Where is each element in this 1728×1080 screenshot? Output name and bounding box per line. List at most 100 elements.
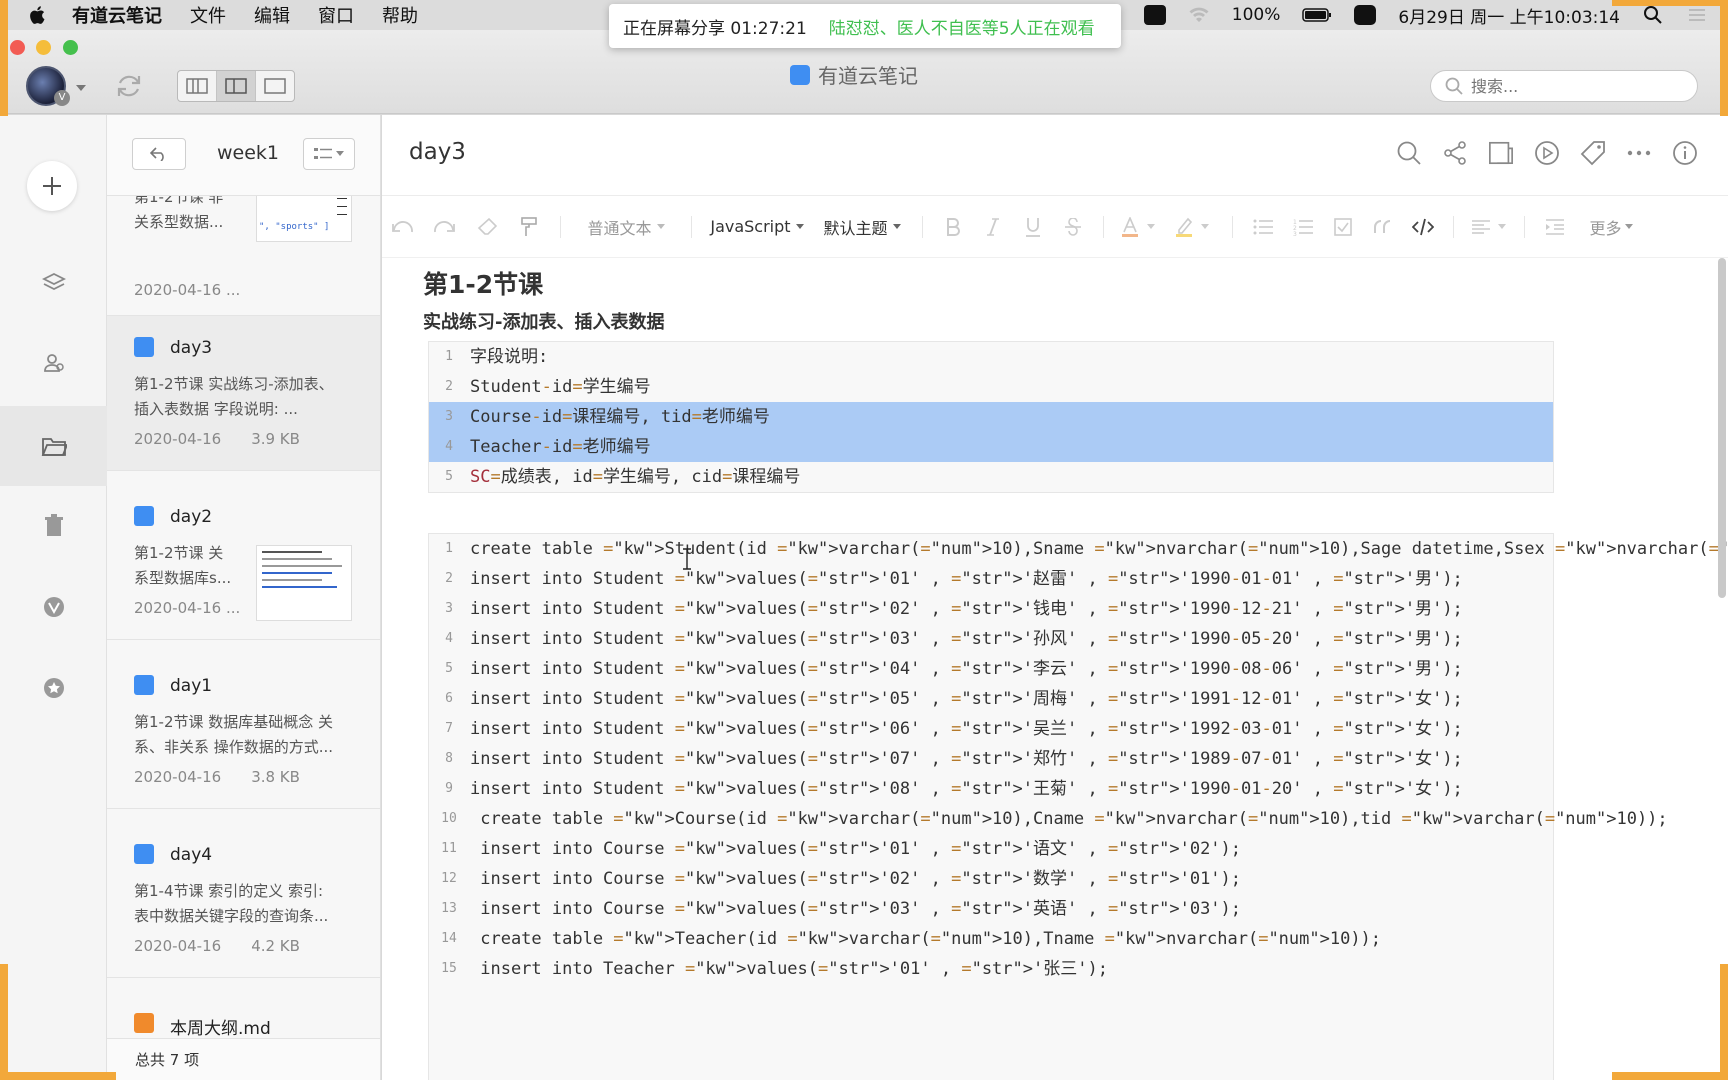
code-line[interactable]: 11 insert into Course ="kw">values(="str… [429, 834, 1553, 864]
code-line[interactable]: 10 create table ="kw">Course(id ="kw">va… [429, 804, 1667, 834]
code-line[interactable]: 5 SC=成绩表, id=学生编号, cid=课程编号 [429, 462, 1553, 492]
indent-button[interactable] [1535, 207, 1575, 247]
quote-button[interactable] [1363, 207, 1403, 247]
window-minimize-button[interactable] [36, 40, 51, 55]
code-text: insert into Student ="kw">values(="str">… [470, 659, 1463, 679]
code-line[interactable]: 3 Course-id=课程编号, tid=老师编号 [429, 402, 1553, 432]
new-note-button[interactable] [27, 161, 77, 211]
checklist-button[interactable] [1323, 207, 1363, 247]
list-item[interactable]: day3 第1-2节课 实战练习-添加表、 插入表数据 字段说明: ... 20… [107, 316, 380, 471]
menu-window[interactable]: 窗口 [318, 2, 354, 28]
status-app-icon[interactable] [1143, 5, 1166, 25]
find-in-note-button[interactable] [1396, 140, 1422, 166]
share-button[interactable] [1442, 140, 1468, 166]
view-mode-toggle [177, 70, 295, 102]
underline-button[interactable] [1013, 207, 1053, 247]
line-number: 1 [445, 349, 453, 364]
code-block-sql[interactable]: 1 create table ="kw">Student(id ="kw">var… [428, 533, 1728, 1080]
presentation-button[interactable] [1534, 140, 1560, 166]
code-line[interactable]: 15 insert into Teacher ="kw">values(="st… [429, 954, 1553, 984]
highlight-color-button[interactable] [1162, 207, 1222, 247]
viewer-list[interactable]: 陆怼怼、医人不自医等5人正在观看 [829, 14, 1095, 39]
account-chevron-down-icon[interactable] [76, 84, 86, 92]
code-line[interactable]: 1 字段说明: [429, 342, 1553, 372]
paragraph-style-dropdown[interactable]: 普通文本 [571, 207, 681, 247]
window-close-button[interactable] [10, 40, 25, 55]
code-line[interactable]: 9 insert into Student ="kw">values(="str"… [429, 774, 1553, 804]
nav-latest-button[interactable] [0, 253, 107, 313]
strikethrough-button[interactable] [1053, 207, 1093, 247]
line-number: 13 [441, 901, 457, 916]
code-block-fields[interactable]: 1 字段说明: 2 Student-id=学生编号 3 Course-id=课程编号, t… [428, 341, 1554, 493]
spotlight-search-icon[interactable] [1642, 5, 1664, 25]
list-item[interactable]: day2 第1-2节课 关 系型数据库s... 2020-04-16 ... [107, 471, 380, 640]
note-meta: 2020-04-16 4.2 KB [134, 937, 330, 955]
bulleted-list-button[interactable] [1243, 207, 1283, 247]
view-two-pane-button[interactable] [217, 71, 256, 101]
editor-content[interactable]: 第1-2节课 实战练习-添加表、插入表数据 1 字段说明: 2 Student-id=… [382, 258, 1728, 1080]
editor-scrollbar[interactable] [1718, 258, 1726, 598]
nav-vip-button[interactable] [0, 577, 107, 637]
align-dropdown[interactable] [1464, 207, 1514, 247]
menu-app-name[interactable]: 有道云笔记 [72, 2, 162, 28]
undo-button[interactable] [384, 207, 422, 247]
nav-trash-button[interactable] [0, 496, 107, 556]
battery-icon[interactable] [1302, 5, 1332, 25]
code-line[interactable]: 6 insert into Student ="kw">values(="str"… [429, 684, 1553, 714]
format-painter-button[interactable] [508, 207, 550, 247]
list-item[interactable]: day1 第1-2节课 数据库基础概念 关 系、非关系 操作数据的方式... 2… [107, 640, 380, 809]
wifi-icon[interactable] [1188, 5, 1210, 25]
code-line[interactable]: 13 insert into Course ="kw">values(="str… [429, 894, 1553, 924]
search-input[interactable] [1471, 76, 1671, 96]
code-line[interactable]: 7 insert into Student ="kw">values(="str"… [429, 714, 1553, 744]
window-zoom-button[interactable] [63, 40, 78, 55]
back-button[interactable] [132, 138, 186, 170]
font-color-button[interactable] [1114, 207, 1162, 247]
code-line[interactable]: 4 insert into Student ="kw">values(="str"… [429, 624, 1553, 654]
view-single-pane-button[interactable] [256, 71, 294, 101]
note-heading: 第1-2节课 [423, 270, 544, 299]
code-theme-dropdown[interactable]: 默认主题 [812, 207, 912, 247]
note-editor: day3 普通文本 JavaScript 默认主题 123 更多 第1-2节课 … [382, 115, 1728, 1080]
code-text: insert into Student ="kw">values(="str">… [470, 689, 1463, 709]
code-line[interactable]: 12 insert into Course ="kw">values(="str… [429, 864, 1553, 894]
italic-button[interactable] [973, 207, 1013, 247]
redo-button[interactable] [422, 207, 466, 247]
nav-shared-button[interactable] [0, 333, 107, 393]
control-center-icon[interactable] [1686, 5, 1708, 25]
apple-icon[interactable] [26, 4, 50, 26]
code-line[interactable]: 4 Teacher-id=老师编号 [429, 432, 1553, 462]
view-three-pane-button[interactable] [178, 71, 217, 101]
more-tools-dropdown[interactable]: 更多 [1581, 207, 1641, 247]
sync-app-icon[interactable] [1354, 5, 1377, 25]
list-item[interactable]: 第1-2节课 非 关系型数据... 2020-04-16 ... ", "spo… [107, 175, 380, 316]
code-line[interactable]: 2 Student-id=学生编号 [429, 372, 1553, 402]
menu-file[interactable]: 文件 [190, 2, 226, 28]
code-block-button[interactable] [1403, 207, 1443, 247]
nav-favorites-button[interactable] [0, 658, 107, 718]
menu-help[interactable]: 帮助 [382, 2, 418, 28]
tag-button[interactable] [1580, 140, 1606, 166]
nav-folders-button[interactable] [0, 406, 107, 486]
code-language-dropdown[interactable]: JavaScript [702, 207, 812, 247]
code-line[interactable]: 5 insert into Student ="kw">values(="str"… [429, 654, 1553, 684]
page-title[interactable]: day3 [409, 139, 466, 165]
code-line[interactable]: 8 insert into Student ="kw">values(="str"… [429, 744, 1553, 774]
note-info-button[interactable] [1672, 140, 1698, 166]
more-options-button[interactable] [1626, 140, 1652, 166]
numbered-list-button[interactable]: 123 [1283, 207, 1323, 247]
bold-button[interactable] [933, 207, 973, 247]
code-text: create table ="kw">Course(id ="kw">varch… [470, 809, 1668, 829]
list-item[interactable]: day4 第1-4节课 索引的定义 索引: 表中数据关键字段的查询条... 20… [107, 809, 380, 978]
split-view-button[interactable] [1488, 140, 1514, 166]
code-line[interactable]: 14 create table ="kw">Teacher(id ="kw">v… [429, 924, 1553, 954]
search-box[interactable] [1430, 70, 1698, 102]
code-line[interactable]: 1 create table ="kw">Student(id ="kw">var… [429, 534, 1728, 564]
code-line[interactable]: 3 insert into Student ="kw">values(="str"… [429, 594, 1553, 624]
sort-view-button[interactable] [303, 138, 355, 170]
sync-icon[interactable] [114, 71, 144, 101]
eraser-button[interactable] [466, 207, 508, 247]
code-line[interactable]: 2 insert into Student ="kw">values(="str"… [429, 564, 1553, 594]
clock[interactable]: 6月29日 周一 上午10:03:14 [1398, 3, 1620, 28]
menu-edit[interactable]: 编辑 [254, 2, 290, 28]
